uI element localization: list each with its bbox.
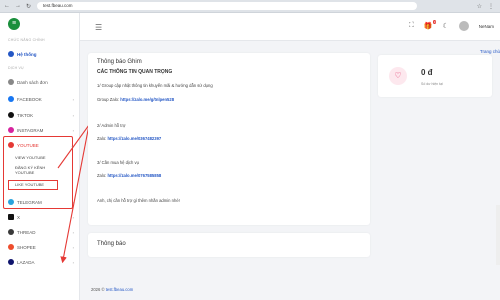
sidebar-item-label: THREAD: [17, 229, 36, 235]
section-services: DỊCH VỤ: [8, 66, 24, 70]
card-heading: CÁC THÔNG TIN QUAN TRỌNG: [97, 69, 173, 75]
chevron-right-icon: ›: [72, 244, 74, 250]
topbar: ☰ ⛶ 🎁 3 ☾ NeNam: [80, 13, 500, 41]
username[interactable]: NeNam: [479, 24, 494, 29]
address-bar[interactable]: test.fbeau.com: [37, 2, 418, 10]
notice-line: Anh, chị cần hỗ trợ gì thêm nhắn admin n…: [97, 198, 180, 203]
sidebar-item-label: TIKTOK: [17, 112, 34, 118]
section-main: CHỨC NĂNG CHÍNH: [8, 38, 45, 42]
bookmark-icon[interactable]: ☆: [477, 3, 482, 10]
chevron-right-icon: ›: [72, 96, 74, 102]
tiktok-icon: [8, 112, 14, 118]
gift-icon[interactable]: 🎁 3: [424, 20, 437, 30]
sidebar-item-youtube[interactable]: YOUTUBE ⌄: [8, 142, 74, 148]
heart-icon: ♡: [389, 67, 407, 85]
zalo-admin-link[interactable]: https://zalo.me/0367482397: [107, 136, 161, 141]
sidebar-item-facebook[interactable]: FACEBOOK ›: [8, 96, 74, 102]
shopee-icon: [8, 244, 14, 250]
notice-card: Thông báo: [88, 233, 370, 257]
scrollbar[interactable]: [496, 205, 500, 265]
zalo-service-link[interactable]: https://zalo.me/0767585858: [107, 173, 161, 178]
balance-value: 0 đ: [421, 68, 433, 77]
card-title: Thông báo: [97, 241, 126, 247]
browser-bar: ← → ↻ test.fbeau.com ☆ ⋮: [0, 0, 500, 13]
fullscreen-icon[interactable]: ⛶: [409, 22, 414, 30]
card-title: Thông báo Ghim: [97, 59, 142, 65]
sidebar-item-instagram[interactable]: INSTAGRAM ›: [8, 127, 74, 133]
notice-line: 2/ Admin hỗ trợ: [97, 123, 126, 128]
notice-line: Group Zalo: https://zalo.me/g/tnlpen528: [97, 97, 175, 102]
footer-link[interactable]: test.fbeau.com: [106, 287, 133, 292]
sub-like-youtube[interactable]: LIKE YOUTUBE: [15, 182, 44, 187]
home-icon: [8, 51, 14, 57]
sidebar-item-shopee[interactable]: SHOPEE ›: [8, 244, 74, 250]
browser-tools: ☆ ⋮: [477, 3, 494, 10]
sub-subscribe-youtube[interactable]: ĐĂNG KÝ KÊNH YOUTUBE: [15, 165, 60, 175]
balance-card: ♡ 0 đ Số dư hiện tại: [378, 55, 492, 97]
sidebar: ≡ CHỨC NĂNG CHÍNH Hệ thống DỊCH VỤ Danh …: [0, 13, 80, 300]
facebook-icon: [8, 96, 14, 102]
dark-mode-icon[interactable]: ☾: [442, 22, 448, 30]
chevron-right-icon: ›: [72, 199, 74, 205]
sidebar-item-lazada[interactable]: LAZADA ›: [8, 259, 74, 265]
reload-icon[interactable]: ↻: [26, 3, 31, 10]
sidebar-item-thread[interactable]: THREAD ›: [8, 229, 74, 235]
chevron-down-icon: ⌄: [70, 142, 74, 148]
sub-view-youtube[interactable]: VIEW YOUTUBE: [15, 155, 46, 160]
menu-icon[interactable]: ⋮: [488, 3, 494, 10]
chevron-right-icon: ›: [72, 259, 74, 265]
browser-nav: ← → ↻: [4, 3, 31, 10]
breadcrumb[interactable]: Trang chủ: [480, 49, 500, 54]
chevron-right-icon: ›: [72, 229, 74, 235]
notification-badge: 3: [432, 20, 437, 24]
footer: 2026 © test.fbeau.com: [91, 287, 134, 292]
chevron-right-icon: ›: [72, 214, 74, 220]
sidebar-item-label: INSTAGRAM: [17, 127, 44, 133]
telegram-icon: [8, 199, 14, 205]
logo: ≡: [8, 18, 20, 30]
sidebar-item-tiktok[interactable]: TIKTOK ›: [8, 112, 74, 118]
balance-label: Số dư hiện tại: [421, 82, 443, 86]
x-icon: [8, 214, 14, 220]
instagram-icon: [8, 127, 14, 133]
notice-line: 1/ Group cập nhật thông tin khuyến mãi &…: [97, 83, 213, 88]
sidebar-item-label: Danh sách đơn: [17, 79, 48, 85]
sidebar-item-label: SHOPEE: [17, 244, 36, 250]
sidebar-item-label: YOUTUBE: [17, 142, 39, 148]
lazada-icon: [8, 259, 14, 265]
sidebar-item-label: X: [17, 214, 21, 220]
sidebar-item-label: LAZADA: [17, 259, 35, 265]
thread-icon: [8, 229, 14, 235]
sidebar-item-system[interactable]: Hệ thống: [8, 51, 74, 57]
pinned-notice-card: Thông báo Ghim CÁC THÔNG TIN QUAN TRỌNG …: [88, 53, 370, 225]
sidebar-item-telegram[interactable]: TELEGRAM ›: [8, 199, 74, 205]
chevron-right-icon: ›: [72, 112, 74, 118]
sidebar-item-label: TELEGRAM: [17, 199, 42, 205]
list-icon: [8, 79, 14, 85]
notice-line: Zalo: https://zalo.me/0367482397: [97, 136, 162, 141]
forward-icon[interactable]: →: [15, 3, 21, 10]
topbar-icons: ⛶ 🎁 3 ☾ NeNam: [409, 20, 494, 31]
zalo-group-link[interactable]: https://zalo.me/g/tnlpen528: [120, 97, 174, 102]
youtube-icon: [8, 142, 14, 148]
sidebar-item-label: FACEBOOK: [17, 96, 42, 102]
hamburger-icon[interactable]: ☰: [95, 23, 102, 32]
chevron-right-icon: ›: [72, 127, 74, 133]
sidebar-item-x[interactable]: X ›: [8, 214, 74, 220]
sidebar-item-orders[interactable]: Danh sách đơn: [8, 79, 74, 85]
sidebar-item-label: Hệ thống: [17, 51, 37, 57]
back-icon[interactable]: ←: [4, 3, 10, 10]
notice-line: 3/ Cần mua hệ dịch vụ: [97, 160, 139, 165]
avatar[interactable]: [458, 21, 469, 31]
notice-line: Zalo: https://zalo.me/0767585858: [97, 173, 162, 178]
